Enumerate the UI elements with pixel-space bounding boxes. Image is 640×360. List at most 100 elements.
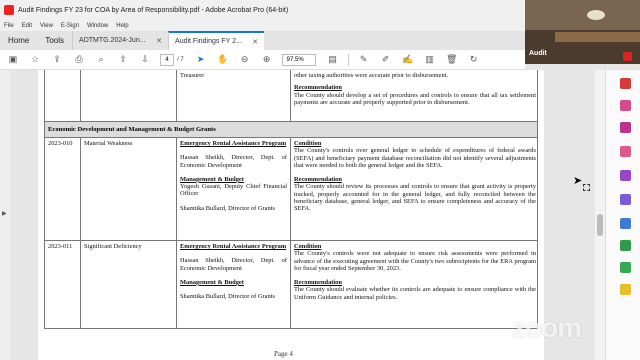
finding-type: Material Weakness bbox=[81, 138, 177, 240]
table-cell: Condition The County's controls over gen… bbox=[291, 138, 539, 240]
fill-sign-icon[interactable] bbox=[620, 218, 631, 229]
search-icon[interactable]: ⌕ bbox=[94, 53, 108, 67]
toolbar: ▣ ☆ ⇪ ⎙ ⌕ ⇧ ⇩ 4 / 7 ➤ ✋ ⊖ ⊕ 97.5% ▤ ✎ ✐ … bbox=[0, 50, 525, 70]
page-total: / 7 bbox=[177, 56, 184, 63]
finding-id: 2023-010 bbox=[45, 138, 81, 240]
program-heading: Management & Budget bbox=[180, 278, 244, 286]
print-icon[interactable]: ⎙ bbox=[72, 53, 86, 67]
recommendation-heading: Recommendation bbox=[294, 84, 342, 92]
mute-indicator-icon bbox=[623, 52, 632, 61]
cursor-selection-box bbox=[583, 184, 590, 191]
left-panel-strip: ▶ bbox=[0, 70, 10, 360]
tab-home[interactable]: Home bbox=[0, 31, 37, 50]
menu-window[interactable]: Window bbox=[87, 23, 108, 29]
edit-pdf-icon[interactable] bbox=[620, 100, 631, 111]
table-cell bbox=[45, 70, 81, 121]
more-tools-icon[interactable] bbox=[620, 284, 631, 295]
expand-left-panel-icon[interactable]: ▶ bbox=[2, 210, 7, 217]
close-icon[interactable]: ✕ bbox=[252, 38, 258, 46]
star-icon[interactable]: ☆ bbox=[28, 53, 42, 67]
vertical-scrollbar[interactable] bbox=[595, 70, 605, 360]
upload-icon[interactable]: ⇪ bbox=[50, 53, 64, 67]
acrobat-icon bbox=[4, 5, 14, 15]
condition-text: The County's controls were not adequate … bbox=[294, 250, 536, 272]
table-cell: other taxing authorities were accurate p… bbox=[291, 70, 539, 121]
page-down-icon[interactable]: ⇩ bbox=[138, 53, 152, 67]
zoom-out-icon[interactable]: ⊖ bbox=[238, 53, 252, 67]
tab-tools[interactable]: Tools bbox=[37, 31, 72, 50]
delete-icon[interactable]: 🗑 bbox=[445, 53, 459, 67]
select-arrow-icon[interactable]: ➤ bbox=[194, 53, 208, 67]
tab-document-1[interactable]: ADTMTG.2024-Jun... ✕ bbox=[72, 31, 168, 50]
program-heading: Emergency Rental Assistance Program bbox=[180, 243, 287, 250]
program-heading: Management & Budget bbox=[180, 175, 244, 183]
compress-icon[interactable] bbox=[620, 262, 631, 273]
comment-icon[interactable] bbox=[620, 146, 631, 157]
responsible-title: Treasurer bbox=[180, 72, 205, 79]
recommendation-text: The County should review its processes a… bbox=[294, 183, 536, 213]
tab-document-1-label: ADTMTG.2024-Jun... bbox=[79, 37, 146, 44]
section-row: Economic Development and Management & Bu… bbox=[45, 122, 537, 138]
combine-icon[interactable] bbox=[620, 170, 631, 181]
menu-help[interactable]: Help bbox=[116, 23, 128, 29]
right-tools-panel bbox=[605, 70, 640, 360]
protect-icon[interactable] bbox=[620, 240, 631, 251]
title-bar: Audit Findings FY 23 for COA by Area of … bbox=[0, 0, 525, 20]
finding-type: Significant Deficiency bbox=[81, 241, 177, 328]
recommendation-text: The County should develop a set of proce… bbox=[294, 91, 536, 106]
table-cell: Treasurer bbox=[177, 70, 291, 121]
mouse-cursor-icon: ➤ bbox=[573, 175, 583, 187]
findings-table: Treasurer other taxing authorities were … bbox=[44, 70, 538, 329]
responsible-person: Hassan Sheikh, Director, Dept. of Econom… bbox=[180, 257, 287, 272]
table-row: 2023-010 Material Weakness Emergency Ren… bbox=[45, 138, 537, 241]
menu-file[interactable]: File bbox=[4, 23, 14, 29]
scrollbar-thumb[interactable] bbox=[597, 214, 603, 236]
video-light bbox=[587, 10, 605, 20]
export-pdf-icon[interactable] bbox=[620, 78, 631, 89]
pen-icon[interactable]: ✎ bbox=[357, 53, 371, 67]
zoom-in-icon[interactable]: ⊕ bbox=[260, 53, 274, 67]
stamp-icon[interactable]: ▥ bbox=[423, 53, 437, 67]
tab-document-2-label: Audit Findings FY 2... bbox=[175, 38, 242, 45]
save-icon[interactable]: ▣ bbox=[6, 53, 20, 67]
tab-document-2[interactable]: Audit Findings FY 2... ✕ bbox=[168, 31, 265, 50]
zoom-watermark: zoom bbox=[512, 312, 582, 343]
hand-icon[interactable]: ✋ bbox=[216, 53, 230, 67]
pdf-page: Treasurer other taxing authorities were … bbox=[38, 70, 544, 360]
highlight-icon[interactable]: ✐ bbox=[379, 53, 393, 67]
responsible-person: Yogesh Gusani, Deputy Chief Financial Of… bbox=[180, 183, 287, 198]
page-footer: Page 4 bbox=[274, 350, 293, 358]
menu-esign[interactable]: E-Sign bbox=[61, 23, 79, 29]
zoom-video-thumbnail[interactable]: Audit bbox=[525, 0, 640, 64]
condition-text: other taxing authorities were accurate p… bbox=[294, 72, 449, 79]
program-heading: Emergency Rental Assistance Program bbox=[180, 140, 287, 147]
tab-bar: Home Tools ADTMTG.2024-Jun... ✕ Audit Fi… bbox=[0, 31, 525, 50]
toolbar-separator bbox=[347, 53, 349, 66]
organize-icon[interactable] bbox=[620, 194, 631, 205]
participant-name: Audit bbox=[529, 50, 547, 57]
table-row: Treasurer other taxing authorities were … bbox=[45, 70, 537, 122]
menu-bar: File Edit View E-Sign Window Help bbox=[0, 20, 525, 31]
section-title: Economic Development and Management & Bu… bbox=[48, 126, 216, 133]
menu-edit[interactable]: Edit bbox=[22, 23, 32, 29]
redo-icon[interactable]: ↻ bbox=[467, 53, 481, 67]
video-desk bbox=[555, 32, 640, 42]
table-cell bbox=[81, 70, 177, 121]
create-pdf-icon[interactable] bbox=[620, 122, 631, 133]
table-row: 2023-011 Significant Deficiency Emergenc… bbox=[45, 241, 537, 329]
fit-page-icon[interactable]: ▤ bbox=[326, 53, 340, 67]
responsible-person: Hassan Sheikh, Director, Dept. of Econom… bbox=[180, 154, 287, 169]
zoom-level-input[interactable]: 97.5% bbox=[281, 53, 316, 66]
document-view[interactable]: Treasurer other taxing authorities were … bbox=[10, 70, 595, 360]
close-icon[interactable]: ✕ bbox=[156, 37, 162, 45]
recommendation-text: The County should evaluate whether its c… bbox=[294, 286, 536, 301]
recommendation-heading: Recommendation bbox=[294, 176, 342, 184]
page-up-icon[interactable]: ⇧ bbox=[116, 53, 130, 67]
recommendation-heading: Recommendation bbox=[294, 279, 342, 287]
sign-icon[interactable]: ✍ bbox=[401, 53, 415, 67]
condition-text: The County's controls over general ledge… bbox=[294, 147, 536, 169]
menu-view[interactable]: View bbox=[40, 23, 53, 29]
page-number-input[interactable]: 4 bbox=[160, 53, 174, 66]
video-background bbox=[525, 0, 640, 30]
window-title: Audit Findings FY 23 for COA by Area of … bbox=[18, 6, 289, 14]
